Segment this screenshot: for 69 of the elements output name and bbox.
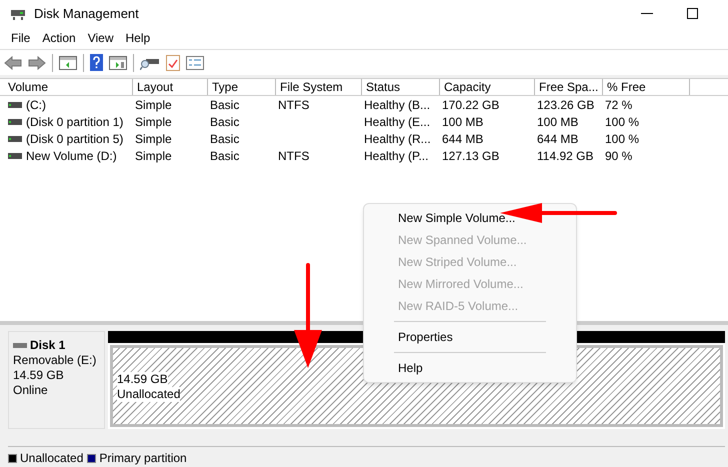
legend-label: Unallocated	[20, 450, 84, 467]
column-header[interactable]: Type	[208, 79, 276, 96]
drive-icon	[8, 118, 22, 126]
partition-size: 14.59 GB	[117, 372, 168, 388]
menu-item[interactable]: View	[82, 29, 118, 48]
column-header[interactable]: Layout	[133, 79, 208, 96]
menu-item[interactable]: Action	[37, 29, 81, 48]
pane-icon[interactable]	[109, 56, 127, 70]
table-cell-text: Healthy (B...	[364, 96, 430, 114]
table-cell-text: Healthy (E...	[364, 114, 430, 131]
menu-item[interactable]: Properties	[364, 326, 576, 348]
table-cell-text: Simple	[135, 130, 172, 148]
table-cell-text: 127.13 GB	[442, 148, 500, 165]
help-icon[interactable]	[90, 54, 103, 72]
table-cell-text: Basic	[210, 114, 240, 131]
table-cell-text: NTFS	[278, 96, 310, 114]
properties-icon[interactable]	[186, 56, 204, 70]
column-header[interactable]: % Free	[603, 79, 690, 96]
table-cell-text: Healthy (P...	[364, 148, 428, 165]
column-header[interactable]: Status	[362, 79, 440, 96]
menu-item[interactable]: New Simple Volume...	[364, 207, 576, 229]
table-cell-text: Basic	[210, 130, 240, 148]
back-icon[interactable]	[4, 56, 22, 70]
table-cell-text: 72 %	[605, 96, 632, 114]
disk-name: Disk 1	[30, 338, 66, 354]
forward-icon[interactable]	[28, 56, 46, 70]
table-cell-text: NTFS	[278, 148, 310, 165]
pane-icon[interactable]	[59, 56, 77, 70]
maximize-icon[interactable]	[687, 8, 698, 20]
table-cell-text: (Disk 0 partition 5)	[26, 130, 124, 148]
menu-item[interactable]: Help	[364, 357, 576, 379]
drive-icon	[8, 152, 22, 160]
table-cell-text: 100 MB	[442, 114, 484, 131]
menu-item[interactable]: Help	[120, 29, 156, 48]
column-header[interactable]: Volume	[4, 79, 133, 96]
disk-type: Removable (E:)	[13, 353, 98, 368]
menu-item[interactable]: File	[6, 29, 36, 48]
table-cell-text: 100 %	[605, 130, 640, 148]
disk-label-panel[interactable]: Disk 1 Removable (E:) 14.59 GB Online	[8, 331, 105, 430]
table-cell-text: Basic	[210, 96, 240, 114]
drive-icon	[13, 343, 27, 348]
column-header[interactable]: Capacity	[440, 79, 535, 96]
checklist-icon[interactable]	[166, 54, 180, 71]
table-cell-text: Healthy (R...	[364, 130, 431, 148]
table-cell-text: 170.22 GB	[442, 96, 500, 114]
legend-label: Primary partition	[99, 450, 187, 467]
column-header[interactable]: Free Spa...	[535, 79, 603, 96]
table-cell-text: Simple	[135, 148, 172, 165]
disk-size: 14.59 GB	[13, 368, 65, 384]
minimize-icon[interactable]	[641, 12, 653, 15]
table-cell-text: (C:)	[26, 96, 46, 114]
table-cell-text: 100 MB	[537, 114, 578, 131]
table-cell-text: 90 %	[605, 148, 632, 165]
drive-icon	[8, 134, 22, 143]
table-cell-text: 644 MB	[537, 130, 578, 148]
column-header[interactable]: File System	[276, 79, 362, 96]
table-cell-text: New Volume (D:)	[26, 148, 117, 165]
drive-icon	[8, 100, 22, 109]
window-title: Disk Management	[34, 4, 139, 23]
table-cell-text: 123.26 GB	[537, 96, 594, 114]
partition-label: Unallocated	[117, 387, 180, 402]
table-cell-text: Simple	[135, 96, 172, 114]
disk-status: Online	[13, 383, 49, 398]
table-cell-text: (Disk 0 partition 1)	[26, 114, 124, 131]
table-cell-text: 114.92 GB	[537, 148, 594, 165]
table-cell-text: 100 %	[605, 114, 640, 131]
table-cell-text: 644 MB	[442, 130, 484, 148]
table-cell-text: Basic	[210, 148, 240, 165]
table-cell-text: Simple	[135, 114, 172, 131]
